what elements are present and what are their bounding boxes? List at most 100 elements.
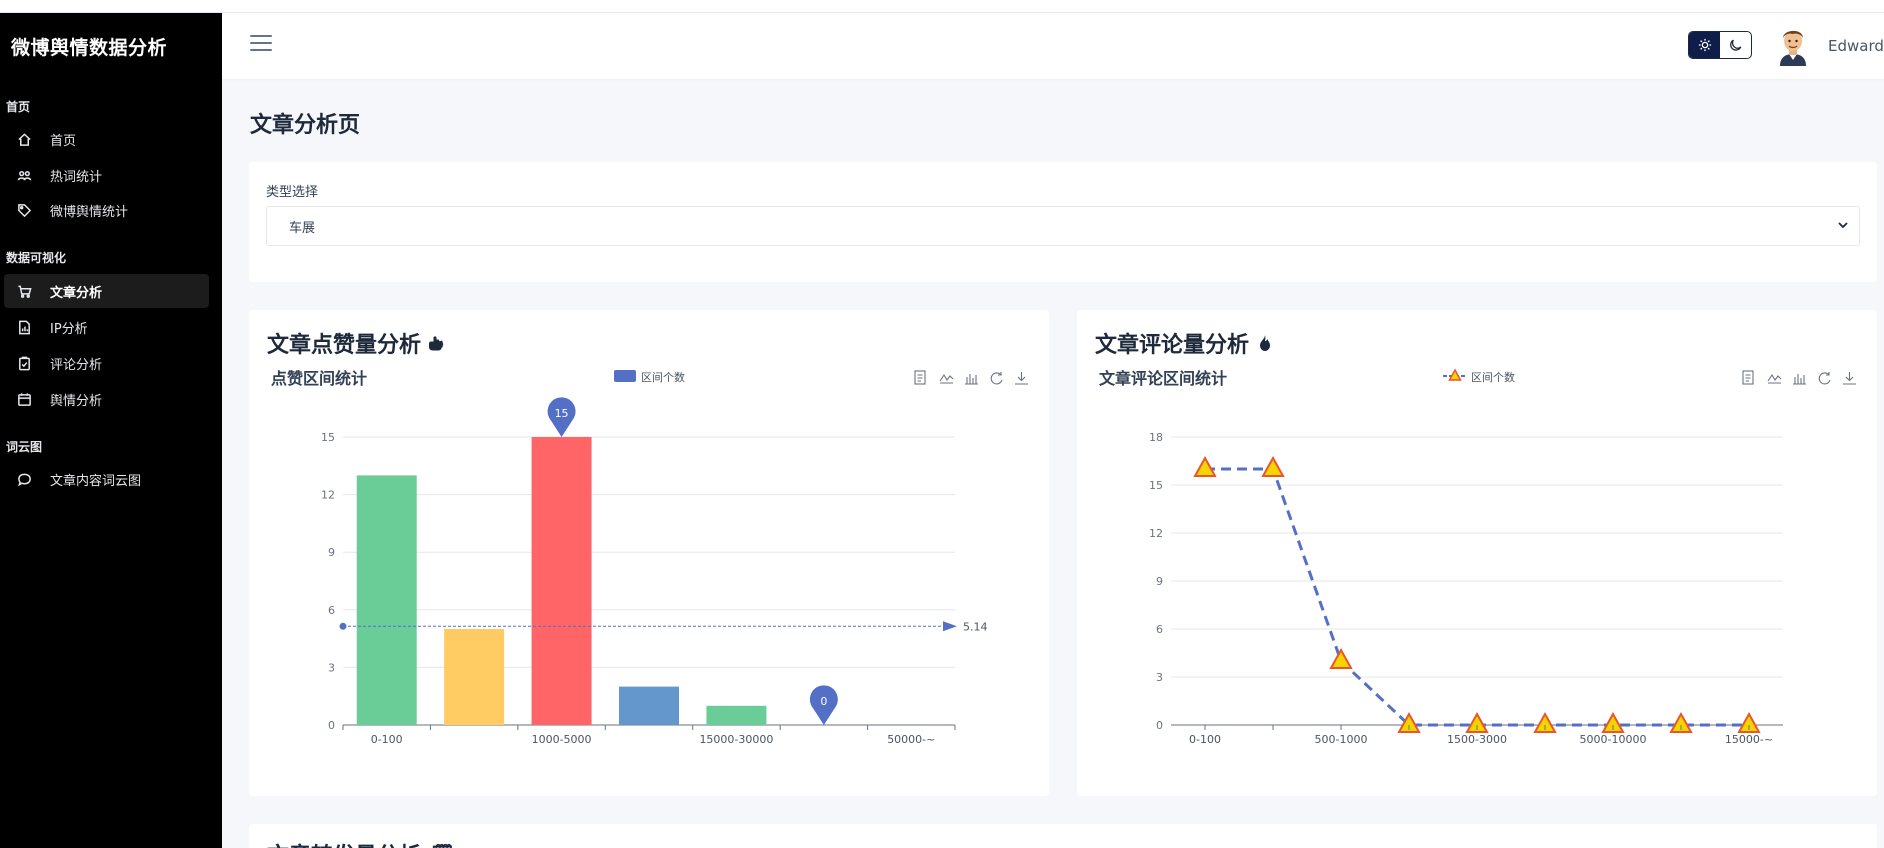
sidebar-section-visualization: 数据可视化 [6, 251, 67, 265]
data-view-icon[interactable] [1742, 370, 1754, 385]
chart-toolbox [1742, 370, 1856, 385]
sidebar-section-wordcloud: 词云图 [6, 440, 43, 454]
average-line-label: 5.14 [963, 620, 988, 633]
menu-toggle-icon[interactable] [250, 35, 272, 53]
comments-line-chart: 文章评论区间统计 区间个数 0 3 6 9 12 15 18 0-100 500-1000 1500-… [1099, 368, 1856, 746]
x-tick-label: 0-100 [1189, 733, 1221, 746]
browser-top-strip [0, 0, 1884, 13]
download-icon[interactable] [1843, 372, 1856, 385]
bar [356, 475, 417, 725]
y-tick-label: 3 [328, 661, 335, 674]
bar [444, 629, 505, 725]
sidebar-item-hotwords[interactable]: 热词统计 [4, 158, 209, 192]
sidebar-item-label: 微博舆情统计 [50, 204, 129, 220]
y-tick-label: 6 [1156, 623, 1163, 636]
y-tick-label: 9 [1156, 575, 1163, 588]
sidebar-item-article-analysis[interactable]: 文章分析 [4, 274, 209, 308]
sidebar-item-label: 评论分析 [50, 357, 103, 373]
bar-switch-icon[interactable] [965, 374, 978, 385]
mark-point-pin: 0 [809, 685, 838, 725]
series-line [1205, 467, 1749, 727]
likes-bar-chart: 点赞区间统计 区间个数 0 3 6 9 12 15 0-100 1000-5000 15000-30… [271, 369, 1028, 746]
sidebar-item-weibo-sentiment-stats[interactable]: 微博舆情统计 [4, 193, 209, 227]
avatar[interactable] [1774, 26, 1812, 66]
data-view-icon[interactable] [914, 370, 926, 385]
type-select-value: 车展 [289, 220, 316, 236]
bar [531, 437, 592, 725]
users-icon [16, 167, 32, 183]
clipboard-check-icon [16, 355, 32, 371]
line-switch-icon[interactable] [1767, 373, 1782, 384]
type-select[interactable]: 车展 [266, 206, 1860, 246]
sidebar-item-label: 文章内容词云图 [50, 473, 142, 489]
x-tick-label: 1500-3000 [1447, 733, 1507, 746]
y-tick-label: 0 [1156, 719, 1163, 732]
x-tick-label: 1000-5000 [532, 733, 592, 746]
legend-label: 区间个数 [641, 371, 685, 384]
sidebar-item-label: IP分析 [50, 321, 88, 337]
likes-chart-card: 文章点赞量分析 点赞区间统计 区间个数 0 3 6 9 12 15 0-100 1000-5000… [249, 310, 1049, 796]
chart-toolbox [914, 370, 1028, 385]
y-tick-label: 12 [321, 489, 335, 502]
x-tick-label: 15000-30000 [699, 733, 773, 746]
sidebar-item-ip-analysis[interactable]: IP分析 [4, 310, 209, 344]
x-tick-label: 0-100 [371, 733, 403, 746]
mark-point-label: 0 [820, 695, 827, 708]
pointing-hand-icon [429, 336, 444, 351]
page-title: 文章分析页 [250, 113, 361, 138]
calendar-icon [16, 391, 32, 407]
reposts-card-title: 文章转发量分析 🗒 [267, 838, 457, 848]
legend-label: 区间个数 [1471, 371, 1515, 384]
theme-toggle[interactable] [1688, 31, 1752, 59]
restore-icon[interactable] [1818, 372, 1831, 385]
bar [706, 705, 767, 725]
legend-swatch [614, 370, 636, 382]
fire-icon [1260, 335, 1271, 351]
reposts-card: 文章转发量分析 🗒 [249, 824, 1877, 848]
sidebar-item-sentiment-analysis[interactable]: 舆情分析 [4, 382, 209, 416]
sidebar-item-article-wordcloud[interactable]: 文章内容词云图 [4, 462, 209, 496]
average-line-start [339, 622, 347, 630]
filter-card: 类型选择 车展 [249, 162, 1877, 282]
download-icon[interactable] [1015, 372, 1028, 385]
comments-card-title-text: 文章评论量分析 [1095, 333, 1250, 358]
sidebar-section-home: 首页 [6, 100, 31, 114]
x-tick-label: 50000-~ [887, 733, 935, 746]
y-tick-label: 0 [328, 719, 335, 732]
bar-switch-icon[interactable] [1793, 374, 1806, 385]
y-tick-label: 15 [321, 431, 335, 444]
mark-point-pin: 15 [547, 397, 576, 437]
x-tick-label: 5000-10000 [1580, 733, 1647, 746]
sidebar-item-label: 文章分析 [50, 285, 103, 301]
sidebar-item-label: 热词统计 [50, 169, 103, 185]
mark-point-label: 15 [555, 407, 569, 420]
moon-icon[interactable] [1720, 32, 1751, 58]
sidebar-item-home[interactable]: 首页 [4, 122, 209, 156]
legend-marker [1443, 368, 1467, 381]
chart-title: 文章评论区间统计 [1099, 369, 1227, 388]
data-point-marker [1261, 455, 1285, 477]
brand-title: 微博舆情数据分析 [11, 37, 168, 59]
y-tick-label: 18 [1149, 431, 1163, 444]
restore-icon[interactable] [990, 372, 1003, 385]
chevron-down-icon [1838, 222, 1848, 229]
chart-title: 点赞区间统计 [271, 369, 367, 388]
top-header: Edward [222, 13, 1884, 79]
y-tick-label: 3 [1156, 671, 1163, 684]
chat-bubble-icon [16, 471, 32, 487]
likes-card-title-text: 文章点赞量分析 [267, 333, 422, 358]
username[interactable]: Edward [1828, 37, 1884, 55]
sun-icon[interactable] [1689, 32, 1720, 58]
sidebar: 微博舆情数据分析 首页 首页 热词统计 微博舆情统计 数据可视化 文章分析 IP… [0, 13, 222, 848]
line-switch-icon[interactable] [939, 373, 954, 384]
y-tick-label: 6 [328, 604, 335, 617]
data-point-marker [1193, 455, 1217, 477]
document-chart-icon [16, 319, 32, 335]
average-line-arrow [943, 621, 957, 632]
bar [619, 686, 679, 725]
y-tick-label: 12 [1149, 527, 1163, 540]
likes-card-title: 文章点赞量分析 [267, 327, 447, 359]
y-tick-label: 9 [328, 546, 335, 559]
sidebar-item-comment-analysis[interactable]: 评论分析 [4, 346, 209, 380]
sidebar-item-label: 舆情分析 [50, 393, 103, 409]
